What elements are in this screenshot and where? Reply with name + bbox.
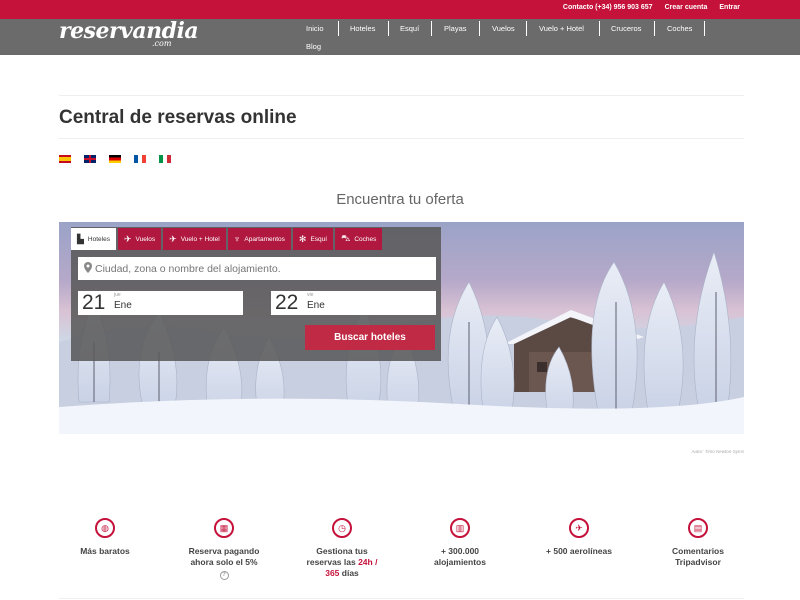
nav-divider	[431, 21, 432, 36]
nav-item-inicio[interactable]: Inicio	[306, 24, 324, 33]
plane-hotel-icon: ✈	[169, 233, 177, 244]
logo[interactable]: reservandia	[59, 20, 199, 42]
plane-icon: ✈	[569, 518, 589, 538]
nav-divider	[338, 21, 339, 36]
tab-apartamentos[interactable]: ♆ Apartamentos	[227, 228, 291, 250]
search-tabs: ▙ Hoteles ✈ Vuelos ✈ Vuelo + Hotel ♆ Apa…	[71, 228, 384, 250]
checkout-weekday: vie	[307, 292, 314, 298]
search-heading: Encuentra tu oferta	[336, 191, 464, 208]
piggy-bank-icon: ◍	[95, 518, 115, 538]
page-title: Central de reservas online	[59, 107, 297, 128]
nav-item-esqui[interactable]: Esquí	[400, 24, 419, 33]
divider	[59, 95, 744, 96]
feature-reviews: ▤ Comentarios Tripadvisor	[643, 518, 753, 568]
feature-line: Más baratos	[80, 546, 130, 556]
feature-line: Comentarios	[672, 546, 724, 556]
feature-manage: ◷ Gestiona tus reservas las 24h / 365 dí…	[287, 518, 397, 579]
features-row: ◍ Más baratos ▦ Reserva pagando ahora so…	[59, 518, 744, 588]
checkout-date-field[interactable]: 22 vie Ene	[271, 291, 436, 315]
nav-divider	[599, 21, 600, 36]
contact-link[interactable]: Contacto (+34) 956 903 657	[563, 4, 653, 11]
feature-line: días	[339, 568, 359, 578]
help-icon[interactable]: ?	[219, 571, 229, 580]
feature-line: Tripadvisor	[675, 557, 721, 567]
flag-german-icon[interactable]	[109, 155, 121, 163]
feature-airlines: ✈ + 500 aerolíneas	[524, 518, 634, 557]
tab-coches[interactable]: ⛍ Coches	[335, 228, 383, 250]
nav-item-vuelos[interactable]: Vuelos	[492, 24, 515, 33]
feature-pay-now: ▦ Reserva pagando ahora solo el 5% ?	[169, 518, 279, 580]
destination-search-input[interactable]	[78, 257, 436, 280]
tab-label: Hoteles	[87, 235, 110, 243]
divider	[59, 138, 744, 139]
nav-item-playas[interactable]: Playas	[444, 24, 467, 33]
feature-highlight: 24h /	[358, 557, 378, 567]
feature-line: Gestiona tus	[316, 546, 368, 556]
nav-item-hoteles[interactable]: Hoteles	[350, 24, 375, 33]
nav-divider	[479, 21, 480, 36]
nav-divider	[388, 21, 389, 36]
snowflake-icon: ✻	[298, 233, 307, 244]
tab-vuelos[interactable]: ✈ Vuelos	[117, 228, 162, 250]
checkout-month: Ene	[307, 300, 325, 311]
feature-line: + 500 aerolíneas	[546, 546, 612, 556]
car-icon: ⛍	[341, 233, 351, 243]
feature-line: Reserva pagando	[188, 546, 260, 556]
hotel-icon: ▥	[450, 518, 470, 538]
tab-hoteles[interactable]: ▙ Hoteles	[71, 228, 116, 250]
tab-label: Coches	[354, 235, 377, 243]
apartment-icon: ♆	[233, 234, 241, 244]
login-link[interactable]: Entrar	[719, 4, 740, 11]
tab-label: Vuelo + Hotel	[180, 235, 220, 243]
nav-divider	[654, 21, 655, 36]
calendar-percent-icon: ▦	[214, 518, 234, 538]
nav-divider	[704, 21, 705, 36]
nav-item-cruceros[interactable]: Cruceros	[611, 24, 641, 33]
tab-esqui[interactable]: ✻ Esquí	[292, 228, 334, 250]
create-account-link[interactable]: Crear cuenta	[665, 4, 708, 11]
tab-label: Vuelos	[135, 235, 156, 243]
checkin-date-field[interactable]: 21 jue Ene	[78, 291, 243, 315]
photo-credit: Autor: Timo Newton-Syms	[691, 449, 744, 454]
location-pin-icon	[84, 262, 92, 273]
checkin-day: 21	[82, 291, 106, 314]
feature-highlight: 365	[325, 568, 340, 578]
review-icon: ▤	[688, 518, 708, 538]
feature-accommodations: ▥ + 300.000 alojamientos	[405, 518, 515, 568]
feature-line: + 300.000	[440, 546, 480, 556]
divider	[59, 598, 744, 599]
tab-label: Esquí	[310, 235, 328, 243]
language-selector	[59, 155, 171, 163]
checkin-weekday: jue	[114, 292, 121, 298]
logo-domain: .com	[152, 39, 172, 48]
feature-line: ahora solo el 5%	[190, 557, 258, 567]
building-icon: ▙	[77, 233, 84, 244]
top-bar: Contacto (+34) 956 903 657 Crear cuenta …	[0, 0, 800, 19]
feature-line: reservas las	[306, 557, 359, 567]
tab-label: Apartamentos	[244, 235, 285, 243]
tab-vuelo-hotel[interactable]: ✈ Vuelo + Hotel	[163, 228, 226, 250]
nav-item-blog[interactable]: Blog	[306, 42, 321, 51]
top-links: Contacto (+34) 956 903 657 Crear cuenta …	[563, 4, 740, 11]
clock-icon: ◷	[332, 518, 352, 538]
main-navbar: reservandia .com Inicio Hoteles Esquí Pl…	[0, 19, 800, 55]
flag-spanish-icon[interactable]	[59, 155, 71, 163]
checkout-day: 22	[275, 291, 299, 314]
plane-icon: ✈	[123, 233, 132, 244]
nav-item-vuelo-hotel[interactable]: Vuelo + Hotel	[539, 24, 584, 33]
flag-french-icon[interactable]	[134, 155, 146, 163]
checkin-month: Ene	[114, 300, 132, 311]
nav-item-coches[interactable]: Coches	[667, 24, 692, 33]
nav-divider	[526, 21, 527, 36]
search-hotels-button[interactable]: Buscar hoteles	[305, 325, 435, 350]
flag-italian-icon[interactable]	[159, 155, 171, 163]
flag-english-icon[interactable]	[84, 155, 96, 163]
feature-cheapest: ◍ Más baratos	[50, 518, 160, 557]
nav-menu: Inicio Hoteles Esquí Playas Vuelos Vuelo…	[296, 19, 716, 55]
feature-line: alojamientos	[434, 557, 486, 567]
